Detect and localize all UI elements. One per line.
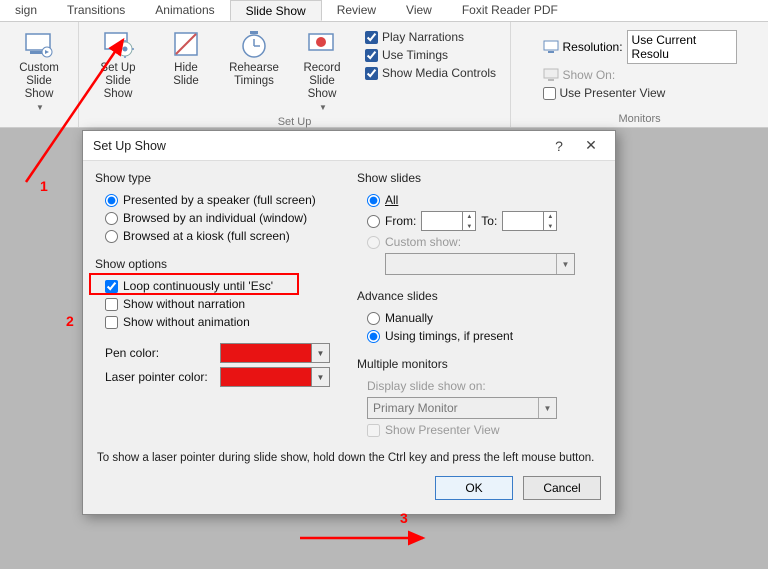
set-up-slide-show-button[interactable]: Set Up Slide Show [87,26,149,114]
show-type-individual[interactable]: Browsed by an individual (window) [105,211,341,225]
show-type-group: Show type Presented by a speaker (full s… [95,171,341,247]
group-title: Advance slides [357,289,603,303]
cancel-button[interactable]: Cancel [523,476,601,500]
show-type-kiosk[interactable]: Browsed at a kiosk (full screen) [105,229,341,243]
multiple-monitors-group: Multiple monitors Display slide show on:… [357,357,603,441]
slides-from-to[interactable]: From: ▲▼ To: ▲▼ [367,211,603,231]
no-narration-check[interactable]: Show without narration [105,297,341,311]
from-label: From: [385,214,416,228]
dialog-hint: To show a laser pointer during slide sho… [83,447,615,476]
hide-slide-icon [170,28,202,60]
rehearse-timings-button[interactable]: Rehearse Timings [223,26,285,114]
ribbon-group-start: Custom Slide Show ▼ [0,22,79,127]
ribbon-group-monitors: Resolution: Use Current Resolu Show On: … [511,22,768,127]
tab-transitions[interactable]: Transitions [52,0,140,21]
chevron-down-icon: ▼ [311,368,329,386]
laser-color-row: Laser pointer color: ▼ [105,367,341,387]
show-presenter-view-check: Show Presenter View [367,423,603,437]
btn-label: Custom Slide Show [12,62,66,101]
monitor-icon [543,68,559,82]
ribbon-tabs: sign Transitions Animations Slide Show R… [0,0,768,22]
chevron-down-icon: ▼ [556,254,574,274]
group-title: Show type [95,171,341,185]
clock-icon [238,28,270,60]
resolution-row[interactable]: Resolution: Use Current Resolu [543,30,737,64]
custom-show-icon [23,28,55,60]
resolution-value[interactable]: Use Current Resolu [627,30,737,64]
btn-label: Hide Slide [173,62,199,88]
tab-design[interactable]: sign [0,0,52,21]
chevron-down-icon: ▼ [36,101,44,114]
custom-slide-show-button[interactable]: Custom Slide Show ▼ [8,26,70,114]
group-label-setup: Set Up [278,116,312,128]
ribbon-group-setup: Set Up Slide Show Hide Slide Rehearse Ti… [79,22,511,127]
annotation-number-1: 1 [40,178,48,194]
hide-slide-button[interactable]: Hide Slide [155,26,217,114]
dialog-titlebar: Set Up Show ? ✕ [83,131,615,161]
laser-color-label: Laser pointer color: [105,370,215,384]
monitor-icon [543,40,559,54]
advance-slides-group: Advance slides Manually Using timings, i… [357,289,603,347]
pen-color-picker[interactable]: ▼ [220,343,330,363]
group-title: Show slides [357,171,603,185]
tab-slide-show[interactable]: Slide Show [230,0,322,21]
advance-manually[interactable]: Manually [367,311,603,325]
slides-custom: Custom show: [367,235,603,249]
show-on-label: Show On: [563,68,616,82]
tab-animations[interactable]: Animations [140,0,229,21]
pen-color-label: Pen color: [105,346,215,360]
annotation-number-3: 3 [400,510,408,526]
chevron-down-icon: ▼ [311,344,329,362]
dialog-title: Set Up Show [93,139,166,153]
annotation-arrow-3 [295,520,445,550]
close-button[interactable]: ✕ [575,137,607,154]
show-options-group: Show options Loop continuously until 'Es… [95,257,341,391]
to-label: To: [481,214,497,228]
tab-review[interactable]: Review [322,0,391,21]
to-spinner[interactable]: ▲▼ [502,211,557,231]
no-animation-check[interactable]: Show without animation [105,315,341,329]
group-label [37,116,40,128]
help-button[interactable]: ? [543,138,575,154]
annotation-number-2: 2 [66,313,74,329]
pen-color-row: Pen color: ▼ [105,343,341,363]
show-slides-group: Show slides All From: ▲▼ To: ▲▼ Custom s… [357,171,603,279]
chevron-down-icon: ▼ [319,101,327,114]
loop-continuously-check[interactable]: Loop continuously until 'Esc' [105,279,341,293]
ribbon-checkboxes: Play Narrations Use Timings Show Media C… [359,26,502,114]
laser-color-picker[interactable]: ▼ [220,367,330,387]
setup-icon [102,28,134,60]
group-title: Show options [95,257,341,271]
show-type-speaker[interactable]: Presented by a speaker (full screen) [105,193,341,207]
tab-view[interactable]: View [391,0,447,21]
tab-foxit[interactable]: Foxit Reader PDF [447,0,573,21]
show-on-row: Show On: [543,68,737,82]
btn-label: Rehearse Timings [229,62,279,88]
display-on-label: Display slide show on: [367,379,603,393]
advance-timings[interactable]: Using timings, if present [367,329,603,343]
dialog-footer: OK Cancel [83,476,615,514]
chevron-down-icon: ▼ [538,398,556,418]
record-slide-show-button[interactable]: Record Slide Show ▼ [291,26,353,114]
from-spinner[interactable]: ▲▼ [421,211,476,231]
show-media-controls-check[interactable]: Show Media Controls [365,66,496,80]
use-presenter-view-check[interactable]: Use Presenter View [543,86,737,100]
use-timings-check[interactable]: Use Timings [365,48,496,62]
group-label-monitors: Monitors [618,113,660,125]
play-narrations-check[interactable]: Play Narrations [365,30,496,44]
monitor-combo: Primary Monitor▼ [367,397,557,419]
slides-all[interactable]: All [367,193,603,207]
custom-show-combo: ▼ [385,253,575,275]
resolution-label: Resolution: [563,40,623,54]
group-title: Multiple monitors [357,357,603,371]
record-icon [306,28,338,60]
set-up-show-dialog: Set Up Show ? ✕ Show type Presented by a… [82,130,616,515]
ok-button[interactable]: OK [435,476,513,500]
btn-label: Set Up Slide Show [91,62,145,101]
ribbon-area: Custom Slide Show ▼ Set Up Slide Show Hi… [0,22,768,128]
btn-label: Record Slide Show [295,62,349,101]
